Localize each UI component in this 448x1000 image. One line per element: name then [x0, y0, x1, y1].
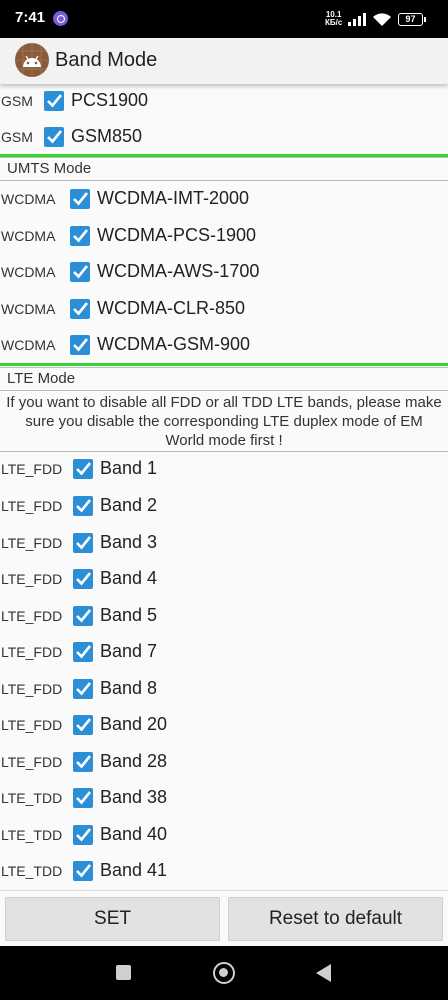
- band-name: PCS1900: [71, 90, 149, 110]
- band-row-wcdma-aws-1700[interactable]: WCDMA WCDMA-AWS-1700: [0, 255, 448, 291]
- network-speed: 10.1 КБ/с: [325, 11, 342, 27]
- band-row-lte-band-20[interactable]: LTE_FDD Band 20: [0, 708, 448, 744]
- band-row-wcdma-pcs-1900[interactable]: WCDMA WCDMA-PCS-1900: [0, 219, 448, 255]
- band-type-label: WCDMA: [1, 301, 56, 317]
- band-name: Band 20: [100, 714, 168, 734]
- band-type-label: LTE_TDD: [1, 790, 63, 806]
- band-name: Band 40: [100, 824, 168, 844]
- band-type-label: WCDMA: [1, 228, 56, 244]
- checkbox-checked-icon[interactable]: [44, 127, 64, 147]
- band-row-wcdma-clr-850[interactable]: WCDMA WCDMA-CLR-850: [0, 292, 448, 328]
- band-row-lte-band-7[interactable]: LTE_FDD Band 7: [0, 635, 448, 671]
- band-name: GSM850: [71, 126, 143, 146]
- band-row-lte-band-2[interactable]: LTE_FDD Band 2: [0, 489, 448, 525]
- band-row-lte-band-40[interactable]: LTE_TDD Band 40: [0, 818, 448, 854]
- band-row-gsm-pcs1900[interactable]: GSM PCS1900: [0, 84, 448, 120]
- checkbox-checked-icon[interactable]: [73, 569, 93, 589]
- wifi-icon: [373, 13, 391, 26]
- checkbox-checked-icon[interactable]: [70, 226, 90, 246]
- band-name: Band 5: [100, 605, 158, 625]
- band-name: WCDMA-CLR-850: [97, 298, 246, 318]
- band-name: WCDMA-GSM-900: [97, 334, 251, 354]
- checkbox-checked-icon[interactable]: [44, 91, 64, 111]
- band-name: WCDMA-PCS-1900: [97, 225, 257, 245]
- band-row-lte-band-3[interactable]: LTE_FDD Band 3: [0, 526, 448, 562]
- band-type-label: GSM: [1, 129, 33, 145]
- band-type-label: LTE_FDD: [1, 571, 63, 587]
- lte-section-header: LTE Mode: [0, 367, 448, 390]
- band-type-label: LTE_FDD: [1, 717, 63, 733]
- band-row-lte-band-38[interactable]: LTE_TDD Band 38: [0, 781, 448, 817]
- band-type-label: LTE_TDD: [1, 863, 63, 879]
- band-name: Band 3: [100, 532, 158, 552]
- checkbox-checked-icon[interactable]: [73, 861, 93, 881]
- action-bar: SET Reset to default: [0, 890, 448, 946]
- checkbox-checked-icon[interactable]: [73, 496, 93, 516]
- band-type-label: WCDMA: [1, 191, 56, 207]
- checkbox-checked-icon[interactable]: [73, 679, 93, 699]
- checkbox-checked-icon[interactable]: [70, 335, 90, 355]
- section-divider: [0, 363, 448, 366]
- set-button[interactable]: SET: [5, 897, 220, 941]
- band-row-lte-band-4[interactable]: LTE_FDD Band 4: [0, 562, 448, 598]
- band-type-label: LTE_FDD: [1, 498, 63, 514]
- checkbox-checked-icon[interactable]: [73, 606, 93, 626]
- recents-icon[interactable]: [116, 965, 131, 980]
- checkbox-checked-icon[interactable]: [70, 189, 90, 209]
- band-type-label: LTE_FDD: [1, 681, 63, 697]
- checkbox-checked-icon[interactable]: [70, 262, 90, 282]
- band-type-label: WCDMA: [1, 337, 56, 353]
- back-icon[interactable]: [316, 964, 331, 982]
- checkbox-checked-icon[interactable]: [70, 299, 90, 319]
- band-type-label: WCDMA: [1, 264, 56, 280]
- band-row-lte-band-28[interactable]: LTE_FDD Band 28: [0, 745, 448, 781]
- checkbox-checked-icon[interactable]: [73, 788, 93, 808]
- band-name: Band 4: [100, 568, 158, 588]
- band-type-label: GSM: [1, 93, 33, 109]
- band-name: Band 8: [100, 678, 158, 698]
- band-type-label: LTE_TDD: [1, 827, 63, 843]
- checkbox-checked-icon[interactable]: [73, 715, 93, 735]
- reset-to-default-button[interactable]: Reset to default: [228, 897, 443, 941]
- band-type-label: LTE_FDD: [1, 754, 63, 770]
- status-time: 7:41: [15, 9, 46, 26]
- band-list[interactable]: GSM PCS1900 GSM GSM850 UMTS Mode WCDMA W…: [0, 84, 448, 890]
- band-type-label: LTE_FDD: [1, 535, 63, 551]
- band-name: WCDMA-AWS-1700: [97, 261, 260, 281]
- app-bar: Band Mode: [0, 38, 448, 84]
- network-speed-unit: КБ/с: [325, 18, 343, 27]
- checkbox-checked-icon[interactable]: [73, 752, 93, 772]
- band-row-wcdma-gsm-900[interactable]: WCDMA WCDMA-GSM-900: [0, 328, 448, 364]
- band-type-label: LTE_FDD: [1, 461, 63, 477]
- status-bar: 7:41 10.1 КБ/с 97: [0, 0, 448, 38]
- band-name: Band 7: [100, 641, 158, 661]
- signal-icon: [348, 13, 366, 26]
- band-name: Band 41: [100, 860, 168, 880]
- band-type-label: LTE_FDD: [1, 644, 63, 660]
- viber-notification-icon: [53, 11, 68, 26]
- checkbox-checked-icon[interactable]: [73, 459, 93, 479]
- band-row-lte-band-5[interactable]: LTE_FDD Band 5: [0, 599, 448, 635]
- band-row-lte-band-1[interactable]: LTE_FDD Band 1: [0, 452, 448, 488]
- band-name: Band 38: [100, 787, 168, 807]
- home-icon[interactable]: [213, 962, 235, 984]
- android-icon: [15, 43, 49, 77]
- umts-section-header: UMTS Mode: [0, 157, 448, 181]
- band-name: Band 1: [100, 458, 158, 478]
- system-nav-bar: [0, 946, 448, 1000]
- band-type-label: LTE_FDD: [1, 608, 63, 624]
- band-name: WCDMA-IMT-2000: [97, 188, 250, 208]
- checkbox-checked-icon[interactable]: [73, 825, 93, 845]
- band-row-lte-band-8[interactable]: LTE_FDD Band 8: [0, 672, 448, 708]
- band-name: Band 28: [100, 751, 168, 771]
- battery-icon: 97: [398, 13, 426, 26]
- band-row-wcdma-imt-2000[interactable]: WCDMA WCDMA-IMT-2000: [0, 182, 448, 218]
- checkbox-checked-icon[interactable]: [73, 642, 93, 662]
- band-name: Band 2: [100, 495, 158, 515]
- checkbox-checked-icon[interactable]: [73, 533, 93, 553]
- band-row-lte-band-41[interactable]: LTE_TDD Band 41: [0, 854, 448, 890]
- page-title: Band Mode: [55, 49, 158, 71]
- band-row-gsm-gsm850[interactable]: GSM GSM850: [0, 120, 448, 156]
- lte-warning-note: If you want to disable all FDD or all TD…: [0, 390, 448, 452]
